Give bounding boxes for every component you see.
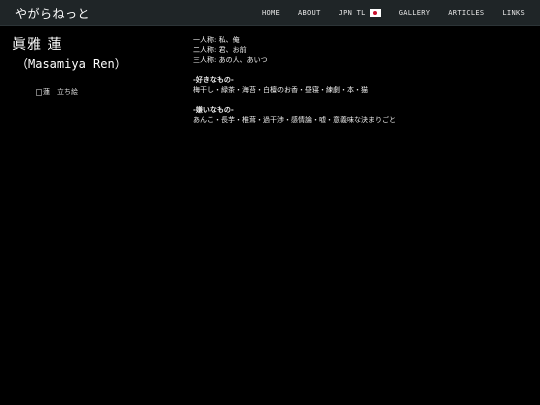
first-person-pronoun: 一人称: 私、俺: [193, 36, 240, 44]
likes-heading: -好きなもの-: [193, 76, 234, 84]
top-nav-bar: やがらねっと HOME ABOUT JPN TL GALLERY ARTICLE…: [0, 0, 540, 26]
character-portrait: 蓮 立ち絵: [36, 87, 78, 97]
character-name-en: （Masamiya Ren）: [16, 57, 127, 71]
nav-jpn-tl-label: JPN TL: [338, 8, 366, 17]
third-person-pronoun: 三人称: あの人、あいつ: [193, 56, 268, 64]
likes-list: 梅干し・緑茶・海苔・白檀のお香・昼寝・練劇・本・猫: [193, 86, 368, 94]
character-name-jp: 眞雅 蓮: [12, 37, 63, 53]
nav-jpn-tl[interactable]: JPN TL: [338, 8, 381, 17]
broken-image-icon: [36, 88, 42, 96]
main-nav: HOME ABOUT JPN TL GALLERY ARTICLES LINKS: [244, 0, 525, 25]
nav-gallery[interactable]: GALLERY: [399, 9, 431, 17]
portrait-alt-text: 蓮 立ち絵: [43, 88, 78, 96]
profile-header: 眞雅 蓮 （Masamiya Ren） 蓮 立ち絵: [12, 36, 182, 96]
profile-details: 一人称: 私、俺 二人称: 君、お前 三人称: あの人、あいつ -好きなもの- …: [193, 35, 523, 125]
nav-articles[interactable]: ARTICLES: [448, 9, 484, 17]
nav-home[interactable]: HOME: [262, 9, 280, 17]
nav-links[interactable]: LINKS: [502, 9, 525, 17]
japan-flag-icon: [369, 8, 381, 17]
second-person-pronoun: 二人称: 君、お前: [193, 46, 247, 54]
nav-about[interactable]: ABOUT: [298, 9, 321, 17]
dislikes-heading: -嫌いなもの-: [193, 106, 234, 114]
dislikes-list: あんこ・長芋・椎茸・過干渉・感情論・嘘・意義味な決まりごと: [193, 116, 396, 124]
site-title[interactable]: やがらねっと: [15, 5, 90, 22]
